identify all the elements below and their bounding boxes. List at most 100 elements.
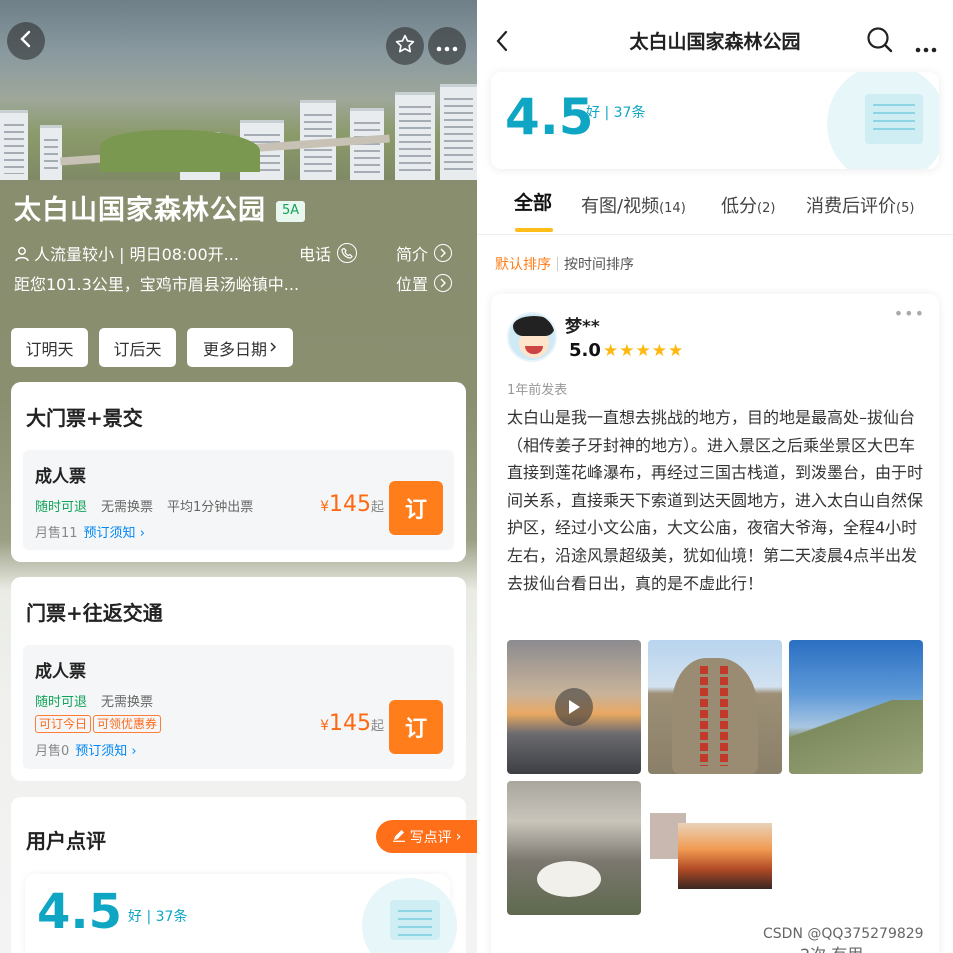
- level-badge: 5A: [276, 201, 306, 222]
- review-text: 太白山是我一直想去挑战的地方，目的地是最高处–拔仙台（相传姜子牙封神的地方）。进…: [507, 408, 924, 593]
- tab-all[interactable]: 全部: [514, 188, 552, 215]
- overall-score: 4.5: [37, 884, 123, 940]
- tab-low-score[interactable]: 低分(2): [721, 192, 775, 218]
- location-button[interactable]: 位置: [396, 271, 453, 295]
- phone-icon: [337, 243, 358, 263]
- more-dots-icon: [436, 37, 458, 56]
- watermark: CSDN @QQ375279829: [763, 926, 924, 942]
- sort-by-time-option[interactable]: 按时间排序: [564, 257, 634, 273]
- order-button[interactable]: 订: [389, 481, 443, 535]
- useful-count[interactable]: 2次 有用: [800, 941, 863, 953]
- chevron-right-icon: [434, 274, 453, 292]
- star-outline-icon: [394, 33, 416, 59]
- more-dots-icon: [915, 47, 937, 53]
- ticket-row[interactable]: 成人票 随时可退 无需换票 可订今日 可领优惠券 月售0 预订须知 › ¥145起 订: [23, 645, 454, 769]
- review-photo-stone[interactable]: [648, 640, 782, 774]
- sort-options: 默认排序 按时间排序: [495, 254, 634, 274]
- divider: [477, 234, 953, 235]
- ticket-tags: 随时可退 无需换票: [35, 691, 167, 710]
- sales-count: 月售11: [35, 526, 78, 541]
- score-label: 好 | 37条: [128, 909, 188, 925]
- chevron-right-icon: ›: [455, 828, 462, 845]
- review-photo-stones[interactable]: [507, 781, 641, 915]
- booking-notice-link[interactable]: 预订须知 ›: [75, 744, 136, 759]
- attraction-detail-panel: 太白山国家森林公园 5A 人流量较小 | 明日08:00开... 电话 简介 距您…: [0, 0, 477, 953]
- person-icon: [14, 246, 30, 266]
- issue-time-tag: 平均1分钟出票: [167, 500, 254, 515]
- promo-tags: 可订今日 可领优惠券: [35, 715, 163, 733]
- chevron-right-icon: [434, 244, 453, 262]
- score-label: 好 | 37条: [586, 105, 646, 121]
- intro-button[interactable]: 简介: [396, 241, 453, 265]
- search-button[interactable]: [866, 26, 894, 58]
- overall-score: 4.5: [505, 88, 594, 146]
- avatar[interactable]: [507, 312, 557, 362]
- phone-label: 电话: [299, 245, 332, 264]
- phone-button[interactable]: 电话: [299, 241, 358, 265]
- back-button[interactable]: [7, 22, 45, 60]
- reviewer-rating: 5.0: [569, 340, 601, 361]
- coupon-tag: 可领优惠券: [93, 715, 162, 733]
- tab-after-purchase[interactable]: 消费后评价(5): [806, 192, 914, 218]
- play-icon[interactable]: [555, 688, 593, 726]
- sort-default-option[interactable]: 默认排序: [495, 257, 551, 273]
- write-review-label: 写点评: [409, 829, 452, 846]
- pencil-icon: [392, 828, 406, 846]
- ticket-row[interactable]: 成人票 随时可退 无需换票 平均1分钟出票 月售11 预订须知 › ¥145起 订: [23, 450, 454, 550]
- score-summary[interactable]: 4.5 好 | 37条: [491, 72, 939, 169]
- more-button[interactable]: [915, 38, 937, 57]
- ticket-price: ¥145起: [320, 492, 384, 517]
- review-video-thumbnail[interactable]: [507, 640, 641, 774]
- review-card: 梦** 5.0 ★★★★★ ••• 1年前发表 太白山是我一直想去挑战的地方，目…: [491, 294, 939, 953]
- booking-notice-link[interactable]: 预订须知 ›: [84, 526, 145, 541]
- sales-count: 月售0: [35, 744, 70, 759]
- chevron-right-icon: [269, 338, 277, 357]
- ticket-price: ¥145起: [320, 711, 384, 736]
- post-time: 1年前发表: [507, 383, 568, 398]
- more-dates-button[interactable]: 更多日期: [187, 328, 293, 367]
- review-filter-tabs: 全部 有图/视频(14) 低分(2) 消费后评价(5): [477, 188, 953, 232]
- intro-label: 简介: [396, 245, 429, 264]
- book-tomorrow-button[interactable]: 订明天: [11, 328, 88, 367]
- monthly-sales: 月售11 预订须知 ›: [35, 522, 145, 541]
- package-card: 门票+往返交通 成人票 随时可退 无需换票 可订今日 可领优惠券 月售0 预订须知 ›…: [11, 577, 466, 781]
- review-paper-icon: [362, 878, 457, 953]
- refund-tag: 随时可退: [35, 500, 88, 515]
- price-value: 145: [328, 711, 371, 736]
- more-button[interactable]: [428, 27, 466, 65]
- monthly-sales: 月售0 预订须知 ›: [35, 740, 137, 759]
- book-day-after-button[interactable]: 订后天: [99, 328, 176, 367]
- no-exchange-tag: 无需换票: [101, 695, 154, 710]
- search-icon: [867, 27, 893, 53]
- order-button[interactable]: 订: [389, 700, 443, 754]
- review-photo-mountain[interactable]: [789, 640, 923, 774]
- location-label: 位置: [396, 275, 429, 294]
- score-summary[interactable]: 4.5 好 | 37条: [25, 874, 457, 953]
- attraction-title-block: 太白山国家森林公园 5A: [14, 188, 464, 227]
- ticket-name: 成人票: [35, 662, 86, 682]
- tab-with-media[interactable]: 有图/视频(14): [581, 192, 686, 218]
- review-paper-icon: [827, 72, 939, 169]
- more-dates-label: 更多日期: [202, 339, 267, 359]
- reviews-panel: 太白山国家森林公园 4.5 好 | 37条 全部 有图/视频(14) 低分(2)…: [477, 0, 953, 953]
- more-dots-icon[interactable]: •••: [894, 304, 925, 323]
- crowd-hours-row[interactable]: 人流量较小 | 明日08:00开...: [14, 241, 239, 266]
- price-value: 145: [328, 492, 371, 517]
- star-rating-icons: ★★★★★: [603, 341, 685, 361]
- package-card: 大门票+景交 成人票 随时可退 无需换票 平均1分钟出票 月售11 预订须知 › ¥1…: [11, 382, 466, 562]
- crowd-hours-text: 人流量较小 | 明日08:00开...: [34, 245, 239, 264]
- package-title: 门票+往返交通: [26, 601, 163, 625]
- page-title: 太白山国家森林公园: [14, 195, 266, 226]
- package-title: 大门票+景交: [26, 406, 143, 430]
- distance-address[interactable]: 距您101.3公里，宝鸡市眉县汤峪镇中...: [14, 271, 299, 295]
- ticket-tags: 随时可退 无需换票 平均1分钟出票: [35, 496, 267, 515]
- bookable-today-tag: 可订今日: [35, 715, 92, 733]
- ticket-name: 成人票: [35, 467, 86, 487]
- reviews-title: 用户点评: [26, 829, 106, 853]
- no-exchange-tag: 无需换票: [101, 500, 154, 515]
- favorite-button[interactable]: [386, 27, 424, 65]
- refund-tag: 随时可退: [35, 695, 88, 710]
- reviewer-name[interactable]: 梦**: [565, 312, 600, 337]
- write-review-button[interactable]: 写点评 ›: [376, 820, 477, 853]
- review-photo-sunrise[interactable]: [648, 781, 782, 915]
